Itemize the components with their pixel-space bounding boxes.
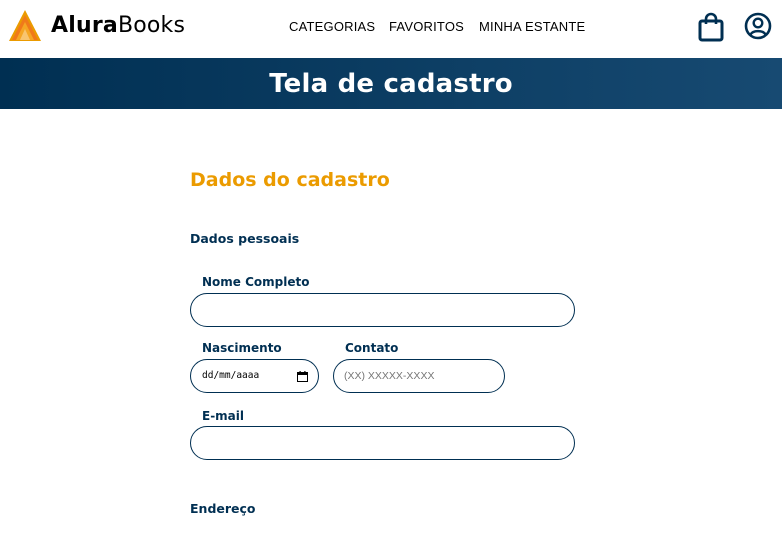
nav-item-categorias[interactable]: CATEGORIAS (289, 19, 375, 34)
full-name-label: Nome Completo (202, 275, 310, 289)
nav-item-favoritos[interactable]: FAVORITOS (389, 19, 464, 34)
top-header: AluraBooks CATEGORIAS FAVORITOS MINHA ES… (0, 0, 782, 58)
contact-label: Contato (345, 341, 399, 355)
page-title: Tela de cadastro (269, 68, 513, 99)
address-heading: Endereço (190, 501, 256, 516)
calendar-icon[interactable] (297, 371, 308, 382)
shopping-bag-icon[interactable] (697, 12, 725, 42)
section-title: Dados do cadastro (190, 169, 390, 191)
logo-text-light: Books (117, 13, 186, 38)
logo-triangle-icon (9, 10, 41, 41)
user-account-icon[interactable] (744, 12, 772, 40)
birth-date-label: Nascimento (202, 341, 282, 355)
personal-data-heading: Dados pessoais (190, 231, 300, 246)
nav-item-minha-estante[interactable]: MINHA ESTANTE (479, 19, 585, 34)
birth-date-input[interactable]: dd/mm/aaaa (190, 359, 319, 393)
full-name-input[interactable] (190, 293, 575, 327)
email-input[interactable] (190, 426, 575, 460)
logo-wordmark: AluraBooks (51, 15, 185, 37)
email-label: E-mail (202, 409, 245, 423)
page-banner: Tela de cadastro (0, 58, 782, 109)
alurabooks-logo[interactable]: AluraBooks (8, 9, 185, 43)
contact-phone-input[interactable]: (XX) XXXXX-XXXX (333, 359, 505, 393)
logo-text-bold: Alura (51, 13, 118, 38)
contact-placeholder: (XX) XXXXX-XXXX (344, 370, 435, 382)
birth-date-value: dd/mm/aaaa (202, 370, 260, 381)
